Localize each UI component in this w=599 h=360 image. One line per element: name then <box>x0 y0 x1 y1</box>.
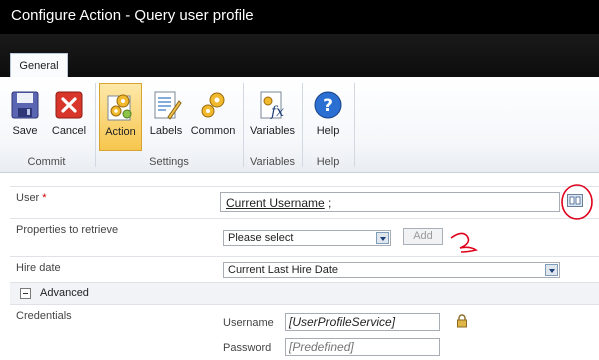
configure-action-dialog: Configure Action - Query user profile Ge… <box>0 0 599 360</box>
annotation-circle <box>561 184 593 220</box>
annotation-squiggle <box>450 232 478 253</box>
red-annotation-overlay <box>450 184 593 253</box>
